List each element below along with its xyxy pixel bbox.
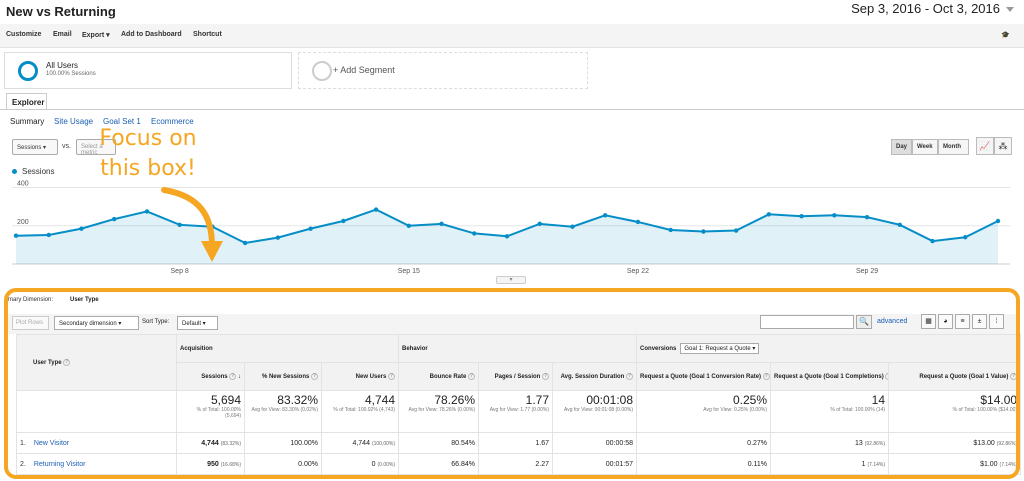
date-range-picker[interactable]: Sep 3, 2016 - Oct 3, 2016 (851, 1, 1000, 16)
data-point[interactable] (341, 218, 346, 224)
data-point[interactable] (504, 234, 510, 239)
graduation-cap-icon[interactable]: 🎓 (1001, 31, 1010, 39)
data-point[interactable] (766, 212, 772, 217)
focus-highlight-box (4, 288, 1020, 479)
annotation-line-2: this box! (100, 156, 196, 181)
segment-subtitle: 100.00% Sessions (46, 71, 96, 77)
data-point[interactable] (963, 235, 968, 240)
data-point[interactable] (406, 223, 411, 228)
x-tick-label: Sep 8 (171, 268, 189, 275)
chevron-down-icon[interactable] (1006, 7, 1014, 12)
vs-label: vs. (62, 143, 71, 150)
data-point[interactable] (864, 214, 870, 220)
metric-select[interactable]: Sessions ▾ (12, 139, 58, 155)
shortcut-button[interactable]: Shortcut (193, 31, 222, 38)
data-point[interactable] (537, 221, 542, 227)
subtab-summary[interactable]: Summary (10, 117, 44, 126)
focus-annotation: Focus on this box! (80, 124, 216, 184)
day-button[interactable]: Day (891, 139, 912, 155)
data-point[interactable] (930, 238, 935, 244)
data-point[interactable] (472, 231, 477, 236)
report-toolbar: Customize Email Export ▾ Add to Dashboar… (0, 24, 1024, 48)
data-point[interactable] (733, 228, 739, 233)
x-tick-label: Sep 15 (398, 268, 420, 275)
tab-divider (0, 109, 1024, 110)
x-tick-label: Sep 22 (627, 268, 649, 275)
data-point[interactable] (570, 224, 575, 229)
segment-circle-icon (18, 61, 38, 81)
data-point[interactable] (112, 216, 117, 222)
data-point[interactable] (799, 214, 804, 219)
data-point[interactable] (603, 213, 608, 218)
week-button[interactable]: Week (912, 139, 938, 155)
motion-chart-icon[interactable]: ⁂ (994, 137, 1012, 155)
data-point[interactable] (635, 219, 641, 225)
add-to-dashboard-button[interactable]: Add to Dashboard (121, 31, 182, 38)
line-chart-icon[interactable]: 📈 (976, 137, 994, 155)
tab-explorer[interactable]: Explorer (6, 93, 47, 110)
data-point[interactable] (439, 221, 444, 227)
data-point[interactable] (701, 229, 706, 234)
segment-title: All Users (46, 61, 79, 70)
data-point[interactable] (897, 222, 902, 228)
data-point[interactable] (79, 226, 84, 231)
data-point[interactable] (668, 227, 673, 233)
y-tick-label: 200 (17, 219, 29, 226)
y-tick-label: 400 (17, 181, 29, 188)
sessions-chart: 200 400 Sep 8 Sep 15 Sep 22 Sep 29 (12, 181, 1010, 275)
segment-all-users[interactable]: All Users 100.00% Sessions (4, 52, 292, 89)
metric-select-label: Sessions (17, 145, 42, 151)
annotation-line-1: Focus on (99, 126, 197, 151)
data-point[interactable] (373, 207, 379, 212)
add-segment-button[interactable]: + Add Segment (298, 52, 588, 89)
month-button[interactable]: Month (938, 139, 969, 155)
data-point[interactable] (144, 209, 150, 214)
empty-circle-icon (312, 61, 332, 81)
add-segment-label: + Add Segment (333, 65, 395, 75)
data-point[interactable] (13, 233, 19, 238)
customize-button[interactable]: Customize (6, 31, 41, 38)
data-point[interactable] (832, 213, 837, 218)
page-title: New vs Returning (6, 4, 116, 19)
chart-collapse-handle[interactable]: ▾ (496, 276, 526, 284)
data-point[interactable] (242, 240, 248, 246)
data-point[interactable] (46, 232, 51, 238)
legend-sessions: Sessions (22, 167, 55, 176)
annotation-arrow-icon (161, 187, 223, 262)
data-point[interactable] (308, 226, 313, 231)
export-button[interactable]: Export ▾ (82, 31, 110, 39)
x-tick-label: Sep 29 (856, 268, 878, 275)
email-button[interactable]: Email (53, 31, 72, 38)
legend-marker (12, 169, 17, 174)
data-point[interactable] (275, 235, 281, 240)
data-point[interactable] (995, 218, 1001, 224)
